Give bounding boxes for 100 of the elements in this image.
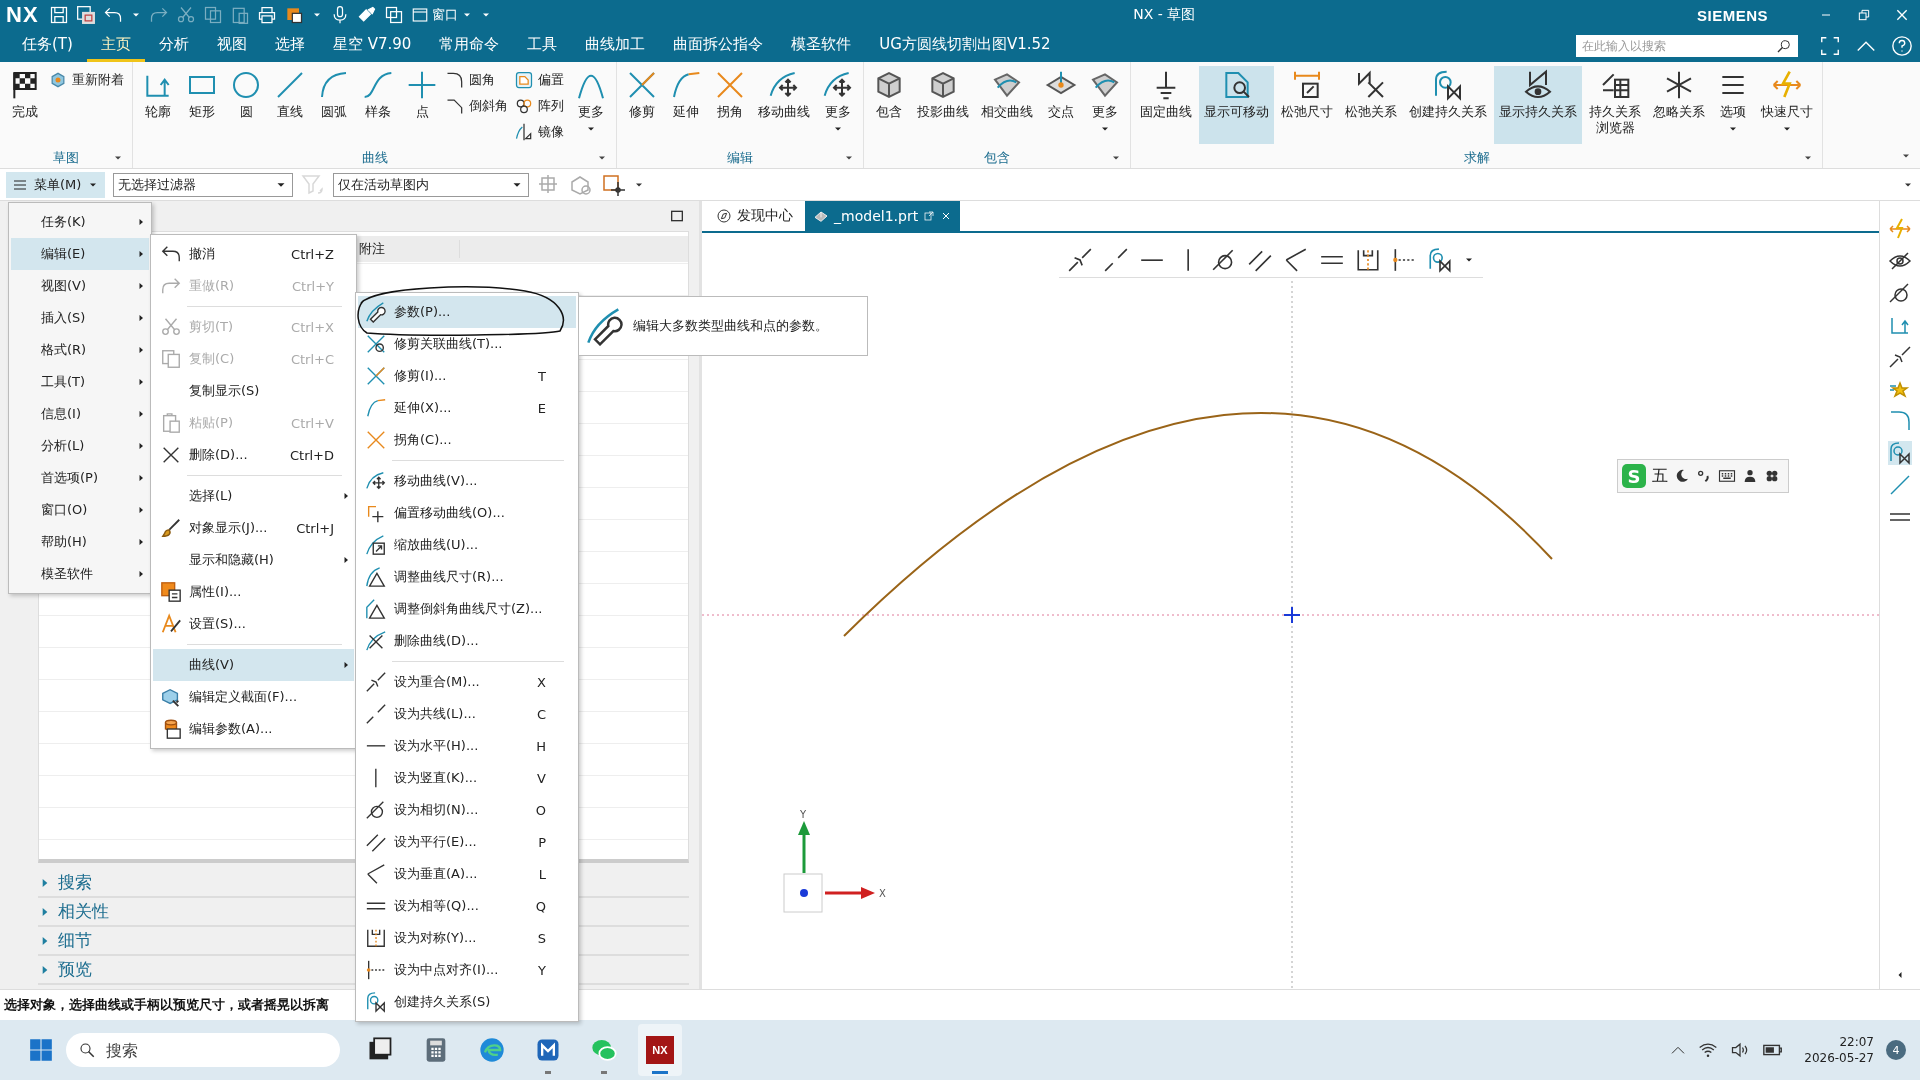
ribbon-button[interactable]: 持久关系 浏览器	[1584, 66, 1646, 144]
menu-item[interactable]: 设为竖直(K)... V	[358, 762, 576, 794]
ribbon-button[interactable]: 松弛关系	[1340, 66, 1402, 144]
menu-item[interactable]: 删除曲线(D)...	[358, 625, 576, 657]
taskbar-button[interactable]: NX	[638, 1024, 682, 1076]
keyboard-icon[interactable]	[1718, 467, 1737, 485]
document-tab[interactable]: _model1.prt	[805, 201, 961, 231]
menu-item[interactable]: 设为水平(H)... H	[358, 730, 576, 762]
ribbon-button[interactable]: 移动曲线	[753, 66, 815, 144]
print-icon[interactable]	[256, 5, 277, 25]
ime-mode[interactable]: 五	[1652, 465, 1669, 487]
ribbon-button[interactable]: 交点	[1040, 66, 1082, 144]
ribbon-button[interactable]: 修剪	[621, 66, 663, 144]
menu-item[interactable]: 帮助(H)	[11, 526, 149, 558]
menu-item[interactable]: 信息(I)	[11, 398, 149, 430]
clock-time[interactable]: 22:07	[1839, 1034, 1874, 1050]
persistent-relation-icon[interactable]	[1888, 441, 1912, 465]
ribbon-button[interactable]: 快速尺寸	[1756, 66, 1818, 144]
ribbon-button[interactable]: 偏置	[514, 68, 568, 92]
maximize-icon[interactable]	[669, 208, 686, 224]
menu-item[interactable]: 偏置移动曲线(O)...	[358, 497, 576, 529]
ribbon-tab[interactable]: 曲线加工	[571, 30, 660, 62]
menu-item[interactable]: 模圣软件	[11, 558, 149, 590]
menu-item[interactable]: 修剪(I)... T	[358, 360, 576, 392]
ribbon-button[interactable]: 固定曲线	[1135, 66, 1197, 144]
restore-icon[interactable]	[1856, 7, 1872, 23]
menu-item[interactable]: 设为垂直(A)... L	[358, 858, 576, 890]
menu-item[interactable]: 复制显示(S)	[153, 375, 354, 407]
notification-badge[interactable]: 4	[1886, 1040, 1906, 1060]
horizontal-icon[interactable]	[1139, 257, 1166, 263]
coincident-icon[interactable]	[1888, 345, 1912, 369]
ribbon-button[interactable]: 重新附着	[48, 68, 128, 92]
close-icon[interactable]	[1894, 7, 1910, 23]
menu-item[interactable]: 设为重合(M)... X	[358, 666, 576, 698]
menu-item[interactable]: 窗口(O)	[11, 494, 149, 526]
ribbon-button[interactable]: 创建持久关系	[1404, 66, 1492, 144]
menu-item[interactable]: 编辑参数(A)...	[153, 713, 354, 745]
ribbon-button[interactable]: 倒斜角	[445, 94, 512, 118]
save-icon[interactable]	[48, 5, 69, 25]
menu-item[interactable]: 工具(T)	[11, 366, 149, 398]
menu-item[interactable]: 删除(D)... Ctrl+D	[153, 439, 354, 471]
menu-item[interactable]: 任务(K)	[11, 206, 149, 238]
menu-item[interactable]: 移动曲线(V)...	[358, 465, 576, 497]
ribbon-tab[interactable]: 常用命令	[425, 30, 514, 62]
ribbon-tab[interactable]: 模圣软件	[777, 30, 866, 62]
document-tab[interactable]: 发现中心	[708, 201, 802, 231]
nx-app-icon[interactable]: NX	[646, 1036, 674, 1064]
ribbon-tab[interactable]: UG方圆线切割出图V1.52	[865, 30, 1065, 62]
menu-button[interactable]: 菜单(M)	[6, 171, 106, 198]
menu-item[interactable]: 设为相切(N)... O	[358, 794, 576, 826]
menu-item[interactable]: 属性(I)...	[153, 576, 354, 608]
filter-dropdown[interactable]: 仅在活动草图内	[333, 172, 530, 197]
link-icon[interactable]	[356, 5, 377, 25]
ribbon-tab[interactable]: 分析	[144, 30, 203, 62]
ribbon-button[interactable]: 显示可移动	[1199, 66, 1274, 144]
search-icon[interactable]	[78, 1041, 96, 1059]
menu-item[interactable]: 拐角(C)...	[358, 424, 576, 456]
undo-icon[interactable]	[102, 5, 123, 25]
menu-item[interactable]: 对象显示(J)... Ctrl+J	[153, 512, 354, 544]
menu-item[interactable]: 设置(S)...	[153, 608, 354, 640]
ribbon-button[interactable]: 松弛尺寸	[1276, 66, 1338, 144]
menu-item[interactable]: 设为中点对齐(I)... Y	[358, 954, 576, 986]
menu-item[interactable]: 设为平行(E)... P	[358, 826, 576, 858]
ribbon-tab[interactable]: 工具	[513, 30, 572, 62]
menu-item[interactable]: 分析(L)	[11, 430, 149, 462]
search-input[interactable]: 在此输入以搜索	[1582, 36, 1776, 56]
menu-item[interactable]: 首选项(P)	[11, 462, 149, 494]
symmetric-icon[interactable]	[1355, 247, 1382, 273]
snap-point-icon[interactable]	[601, 172, 626, 197]
menu-item[interactable]: 视图(V)	[11, 270, 149, 302]
menu-item[interactable]: 插入(S)	[11, 302, 149, 334]
ribbon-button[interactable]: 样条	[357, 66, 399, 144]
ribbon-button[interactable]: 点	[401, 66, 443, 144]
ribbon-tab[interactable]: 视图	[202, 30, 261, 62]
taskbar-search-field[interactable]: 搜索	[66, 1033, 340, 1067]
tangent-icon[interactable]	[1888, 281, 1912, 305]
ribbon-button[interactable]: 相交曲线	[976, 66, 1038, 144]
browser-icon[interactable]	[478, 1036, 506, 1064]
menu-item[interactable]: 设为对称(Y)... S	[358, 922, 576, 954]
ribbon-button[interactable]: 阵列	[514, 94, 568, 118]
ribbon-tab[interactable]: 星空 V7.90	[318, 30, 426, 62]
menu-item[interactable]: 创建持久关系(S)	[358, 986, 576, 1018]
menu-item[interactable]: 编辑定义截面(F)...	[153, 681, 354, 713]
coincident-icon[interactable]	[1067, 247, 1094, 273]
ribbon-button[interactable]: 忽略关系	[1648, 66, 1710, 144]
ribbon-button[interactable]: 包含	[868, 66, 910, 144]
menu-item[interactable]: 设为共线(L)... C	[358, 698, 576, 730]
menu-item[interactable]: 撤消 Ctrl+Z	[153, 238, 354, 270]
search-field[interactable]: 在此输入以搜索	[1576, 35, 1798, 57]
ribbon-button[interactable]: 显示持久关系	[1494, 66, 1582, 144]
ribbon-tab[interactable]: 曲面拆公指令	[659, 30, 778, 62]
clock-date[interactable]: 2026-05-27	[1804, 1050, 1874, 1066]
filter-dropdown[interactable]: 无选择过滤器	[113, 172, 294, 197]
fillet-icon[interactable]	[1888, 409, 1912, 433]
ribbon-button[interactable]: 更多	[570, 66, 612, 144]
ribbon-button[interactable]: 直线	[269, 66, 311, 144]
window-menu-button[interactable]: 窗口	[410, 6, 473, 24]
ribbon-tab[interactable]: 选择	[260, 30, 319, 62]
persistent-relation-icon[interactable]	[1427, 247, 1454, 273]
taskbar-search-input[interactable]: 搜索	[106, 1035, 296, 1065]
